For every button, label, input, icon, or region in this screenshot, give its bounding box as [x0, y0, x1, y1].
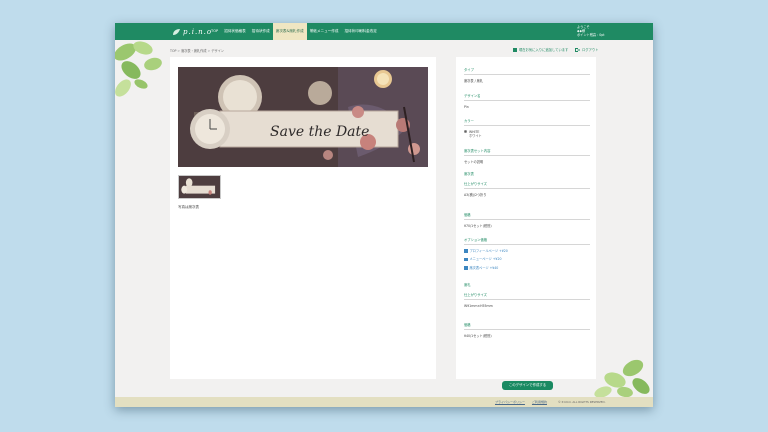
spec-design: デザイン名 Pin: [464, 93, 590, 109]
spec-options: オプション価格 プロフィールページ +¥20 メニューページ +¥20 席次表ペ…: [464, 237, 590, 272]
spec-type-value: 席次表 / 席札: [464, 78, 484, 83]
logout-icon: [575, 47, 580, 52]
spec-set-value: セットの説明: [464, 159, 484, 164]
footer-privacy-link[interactable]: プライバシーポリシー: [495, 400, 525, 404]
spec-seating-size: 仕上がりサイズ A3(横)/2つ折り: [464, 181, 590, 197]
nav-item-top[interactable]: TOP: [208, 23, 221, 40]
leaves-decoration-icon: [594, 359, 650, 397]
leaf-logo-icon: [173, 28, 180, 35]
user-points: ポイント残高 : 0pt: [577, 33, 605, 38]
nav-item-seating[interactable]: 席次表&席札作成: [272, 23, 307, 40]
option-label: プロフィールページ +¥20: [469, 248, 508, 253]
footer: プライバシーポリシー ご利用規約 © P.I.N.O. ALL RIGHTS R…: [115, 397, 653, 407]
spec-card-price: 価格 ¥40/1セット(税別): [464, 322, 590, 338]
spec-seating-size-label: 仕上がりサイズ: [464, 181, 590, 189]
option-profile-page[interactable]: プロフィールページ +¥20: [464, 247, 590, 256]
spec-price: 価格 ¥70/1セット(税別): [464, 212, 590, 228]
spec-set-label: 席次表セット内容: [464, 148, 590, 156]
option-menu-page[interactable]: メニューページ +¥20: [464, 255, 590, 264]
spec-type-label: タイプ: [464, 67, 590, 75]
user-info: ようこそ ◆◆様 ポイント残高 : 0pt: [577, 25, 605, 38]
option-seating-page[interactable]: 席次表ページ +¥40: [464, 264, 590, 273]
spec-card-size-label: 仕上がりサイズ: [464, 292, 590, 300]
checkbox-icon: [464, 249, 468, 253]
leaves-decoration-icon: [115, 41, 162, 97]
design-main-image[interactable]: Save the Date: [178, 67, 428, 167]
browser-window: p.i.n.o TOP 招待状価格表 招待状作成 席次表&席札作成 帯紙メニュー…: [115, 23, 653, 407]
main-panel: Save the Date 写真は席次表: [170, 57, 436, 379]
breadcrumb-item-top[interactable]: TOP: [170, 49, 176, 53]
create-design-button[interactable]: このデザインで作成する: [502, 381, 553, 390]
footer-copyright: © P.I.N.O. ALL RIGHTS RESERVED.: [558, 400, 606, 404]
spec-seating-heading: 席次表: [464, 171, 590, 176]
breadcrumb: TOP>席次表・席札作成>デザイン: [170, 48, 224, 53]
thumbnail-photo: [179, 176, 220, 198]
breadcrumb-item-current: デザイン: [211, 49, 224, 53]
main-nav: TOP 招待状価格表 招待状作成 席次表&席札作成 帯紙メニュー作成 招待状印刷…: [208, 23, 380, 40]
spec-panel: タイプ 席次表 / 席札 デザイン名 Pin カラー WHITE ホワイト 席次…: [456, 57, 596, 390]
radio-icon: [464, 130, 467, 134]
spec-set: 席次表セット内容 セットの説明: [464, 148, 590, 164]
spec-card-size: 仕上がりサイズ W91mm×H55mm: [464, 292, 590, 308]
nav-item-menu[interactable]: 帯紙メニュー作成: [307, 23, 342, 40]
favorite-label: 現在お気に入りに追加しています: [519, 48, 569, 52]
spec-design-label: デザイン名: [464, 93, 590, 101]
footer-terms-link[interactable]: ご利用規約: [532, 400, 547, 404]
spec-card-price-value: ¥40/1セット(税別): [464, 333, 492, 338]
spec-option-label: オプション価格: [464, 237, 590, 245]
spec-card-heading: 席札: [464, 282, 590, 287]
spec-color: カラー WHITE ホワイト: [464, 118, 590, 138]
design-photo: Save the Date: [178, 67, 428, 167]
option-label: 席次表ページ +¥40: [469, 265, 499, 270]
design-thumbnail[interactable]: [178, 175, 221, 199]
site-logo[interactable]: p.i.n.o: [172, 26, 212, 37]
checkbox-icon: [464, 266, 468, 270]
spec-type: タイプ 席次表 / 席札: [464, 67, 590, 83]
photo-title-text: Save the Date: [270, 124, 369, 140]
logout-link[interactable]: ログアウト: [575, 47, 598, 52]
nav-item-invitation[interactable]: 招待状作成: [249, 23, 273, 40]
option-label: メニューページ +¥20: [469, 257, 502, 261]
spec-card-price-label: 価格: [464, 322, 590, 330]
spec-color-label: カラー: [464, 118, 590, 126]
image-caption: 写真は席次表: [178, 205, 199, 209]
breadcrumb-separator: >: [207, 49, 211, 53]
spec-card-label: 席札: [464, 283, 471, 287]
spec-seating-size-value: A3(横)/2つ折り: [464, 192, 487, 197]
logout-label: ログアウト: [582, 48, 599, 52]
breadcrumb-item-seating[interactable]: 席次表・席札作成: [181, 49, 207, 53]
spec-seating-label: 席次表: [464, 172, 474, 176]
spec-card-size-value: W91mm×H55mm: [464, 303, 493, 308]
spec-design-value: Pin: [464, 104, 469, 109]
favorite-link[interactable]: 現在お気に入りに追加しています: [513, 47, 568, 52]
checkbox-icon: [464, 257, 468, 261]
spec-price-label: 価格: [464, 212, 590, 220]
top-nav-bar: p.i.n.o TOP 招待状価格表 招待状作成 席次表&席札作成 帯紙メニュー…: [115, 23, 653, 40]
nav-item-price-list[interactable]: 招待状価格表: [221, 23, 249, 40]
color-option-sub: ホワイト: [469, 133, 482, 138]
spec-price-value: ¥70/1セット(税別): [464, 223, 492, 228]
breadcrumb-separator: >: [177, 49, 181, 53]
favorite-icon: [513, 47, 517, 52]
nav-item-print-price[interactable]: 招待状印刷料金改定: [341, 23, 379, 40]
